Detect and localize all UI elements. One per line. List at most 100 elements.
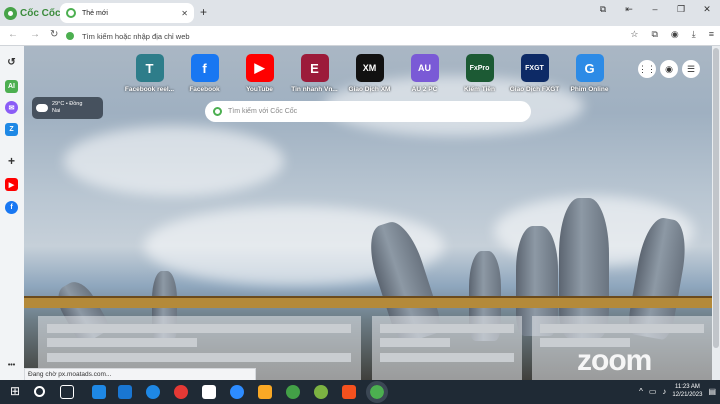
- menu-icon[interactable]: ≡: [709, 29, 714, 40]
- zoom-watermark: zoom: [577, 344, 652, 377]
- shortcut-label: Phim Online: [570, 86, 609, 93]
- app-icon[interactable]: [342, 385, 356, 399]
- profile-icon[interactable]: ◉: [671, 29, 679, 40]
- reload-icon[interactable]: ↻: [50, 29, 58, 40]
- maximize-icon[interactable]: ❐: [668, 4, 694, 15]
- search-placeholder: Tìm kiếm với Cốc Cốc: [228, 108, 298, 115]
- extensions-icon[interactable]: ⧉: [651, 29, 657, 40]
- bookmark-star-icon[interactable]: ☆: [630, 29, 638, 40]
- shortcut-label: Facebook: [189, 86, 220, 93]
- page-scrollbar[interactable]: [712, 46, 720, 380]
- add-sidebar-icon[interactable]: +: [5, 154, 18, 168]
- minimize-icon[interactable]: –: [642, 4, 668, 15]
- app-icon[interactable]: [202, 385, 216, 399]
- messenger-icon[interactable]: ✉: [5, 101, 18, 114]
- shortcut-label: Tin nhanh Vn...: [291, 86, 338, 93]
- edge-icon[interactable]: [92, 385, 106, 399]
- ai-icon[interactable]: AI: [5, 80, 18, 93]
- search-box[interactable]: Tìm kiếm với Cốc Cốc: [205, 101, 531, 122]
- chevron-up-icon[interactable]: ^: [639, 387, 643, 396]
- scrollbar-thumb[interactable]: [713, 48, 719, 348]
- file-explorer-icon[interactable]: [258, 385, 272, 399]
- shortcut-tile[interactable]: FXGT Giao Dịch FXGT: [507, 54, 562, 93]
- weather-place: Nai: [52, 108, 61, 114]
- windows-start-icon[interactable]: ⊞: [10, 384, 24, 398]
- task-view-icon[interactable]: [60, 385, 74, 399]
- coccoc-taskbar-icon[interactable]: [366, 381, 388, 403]
- shortcut-tile[interactable]: G Phim Online: [562, 54, 617, 93]
- loading-bar: [540, 324, 704, 333]
- shortcut-icon: FxPro: [465, 54, 494, 82]
- zoom-app-icon[interactable]: [230, 385, 244, 399]
- back-icon[interactable]: ←: [8, 29, 18, 40]
- new-tab-page: T Facebook reel... f Facebook ▶ YouTube …: [24, 46, 712, 380]
- history-icon[interactable]: ↺: [5, 56, 18, 69]
- shortcut-label: Facebook reel...: [124, 86, 175, 93]
- notifications-icon[interactable]: ▤: [708, 387, 716, 396]
- shortcut-icon: ▶: [245, 54, 274, 82]
- volume-icon[interactable]: ♪: [662, 387, 666, 396]
- shortcut-icon: f: [190, 54, 219, 82]
- browser-logo[interactable]: Cốc Cốc: [4, 5, 61, 21]
- shortcut-tile[interactable]: ▶ YouTube: [232, 54, 287, 93]
- news-card[interactable]: [372, 316, 522, 380]
- shortcut-tile[interactable]: T Facebook reel...: [122, 54, 177, 93]
- page-controls: ⋮⋮ ◉ ☰: [638, 60, 700, 78]
- forward-icon[interactable]: →: [30, 29, 40, 40]
- golden-bridge: [24, 298, 712, 308]
- shortcut-icon: T: [135, 54, 164, 82]
- app-icon[interactable]: [314, 385, 328, 399]
- shortcut-tile[interactable]: f Facebook: [177, 54, 232, 93]
- more-icon[interactable]: •••: [5, 359, 18, 372]
- facebook-sidebar-icon[interactable]: f: [5, 201, 18, 214]
- navigation-bar: ← → ↻ Tìm kiếm hoặc nhập địa chỉ web ☆ ⧉…: [0, 26, 720, 46]
- close-window-icon[interactable]: ✕: [694, 4, 720, 15]
- chrome-icon[interactable]: [174, 385, 188, 399]
- zalo-icon[interactable]: Z: [5, 123, 18, 136]
- apps-grid-icon[interactable]: ⋮⋮: [638, 60, 656, 78]
- shortcut-icon: E: [300, 54, 329, 82]
- app-icon[interactable]: [146, 385, 160, 399]
- coccoc-leaf-icon: [66, 32, 74, 40]
- tab-favicon-icon: [66, 8, 76, 18]
- shortcut-tile[interactable]: E Tin nhanh Vn...: [287, 54, 342, 93]
- shortcut-tile[interactable]: AU AU 2 PC: [397, 54, 452, 93]
- coccoc-logo-icon: [4, 6, 17, 20]
- chrome-icon[interactable]: [286, 385, 300, 399]
- cloud-weather-icon: [36, 104, 48, 112]
- clock[interactable]: 11:23 AM 12/21/2023: [672, 383, 702, 399]
- shortcut-label: Kiếm Tiền: [464, 86, 495, 93]
- close-tab-icon[interactable]: ✕: [181, 9, 188, 18]
- loading-bar: [47, 324, 351, 333]
- shortcut-icon: AU: [410, 54, 439, 82]
- search-icon[interactable]: [34, 386, 45, 397]
- new-tab-button[interactable]: +: [200, 5, 207, 19]
- youtube-sidebar-icon[interactable]: ▶: [5, 178, 18, 191]
- account-icon[interactable]: ◉: [660, 60, 678, 78]
- address-bar[interactable]: Tìm kiếm hoặc nhập địa chỉ web: [66, 28, 626, 44]
- window-controls: ⧉ ⇤ – ❐ ✕: [590, 4, 720, 15]
- shortcut-tile[interactable]: FxPro Kiếm Tiền: [452, 54, 507, 93]
- loading-bar: [47, 338, 197, 347]
- cloud: [64, 126, 284, 196]
- clock-time: 11:23 AM: [674, 384, 700, 390]
- clock-date: 12/21/2023: [672, 392, 703, 398]
- screenshot-icon[interactable]: ⧉: [590, 4, 616, 15]
- shortcut-label: Giao Dịch XM: [348, 86, 391, 93]
- app-icon[interactable]: [118, 385, 132, 399]
- sidebar: ↺ AI ✉ Z + ▶ f •••: [0, 46, 24, 380]
- tab-strip: Cốc Cốc Thẻ mới ✕ + ⧉ ⇤ – ❐ ✕: [0, 0, 720, 26]
- address-placeholder: Tìm kiếm hoặc nhập địa chỉ web: [82, 31, 190, 41]
- customize-icon[interactable]: ☰: [682, 60, 700, 78]
- loading-bar: [380, 338, 450, 347]
- network-icon[interactable]: ▭: [649, 387, 657, 396]
- tab-new-tab[interactable]: Thẻ mới ✕: [60, 3, 194, 23]
- loading-bar: [380, 353, 514, 362]
- shortcut-label: AU 2 PC: [411, 86, 438, 93]
- toolbar-icons: ☆ ⧉ ◉ ⤓ ≡: [630, 29, 714, 40]
- shortcut-tile[interactable]: XM Giao Dịch XM: [342, 54, 397, 93]
- download-icon[interactable]: ⤓: [692, 29, 696, 40]
- loading-bar: [47, 353, 351, 362]
- back-tab-icon[interactable]: ⇤: [616, 4, 642, 15]
- weather-widget[interactable]: 29°C • Đồng Nai: [32, 97, 103, 119]
